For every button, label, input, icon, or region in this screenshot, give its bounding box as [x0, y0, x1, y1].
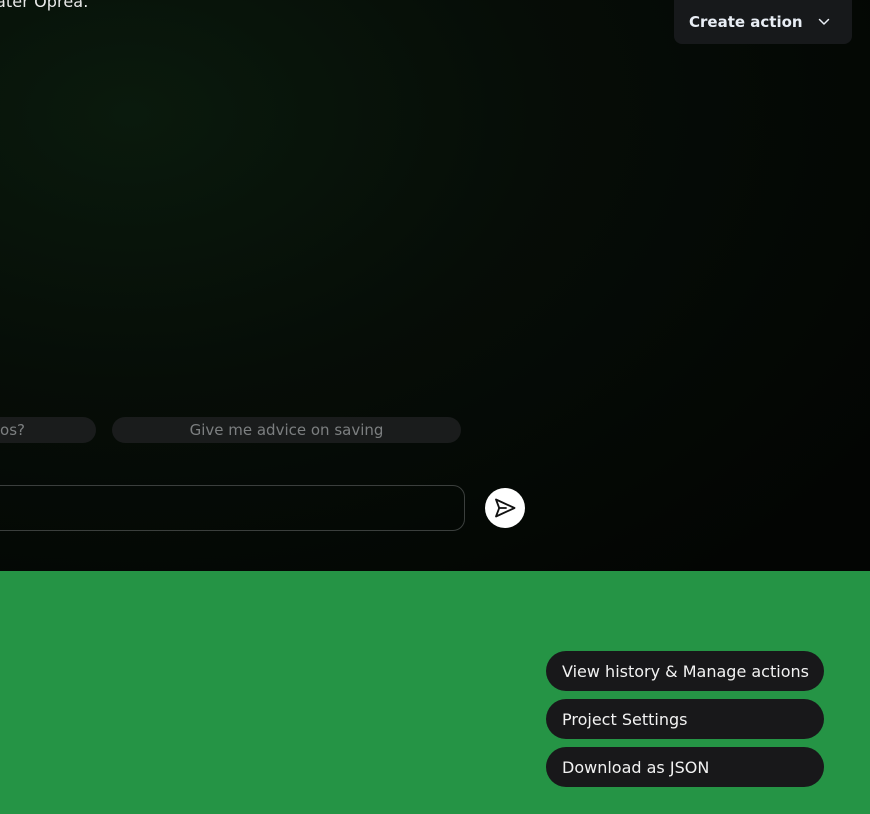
send-button[interactable] [485, 488, 525, 528]
suggestion-chip-label: Give me advice on saving [189, 421, 384, 439]
suggestion-chip[interactable]: os? [0, 417, 96, 443]
header-text: ater Oprea. [0, 0, 89, 11]
actions-footer: View history & Manage actions Project Se… [0, 571, 870, 814]
chevron-down-icon [818, 18, 830, 25]
chat-input[interactable] [0, 485, 465, 531]
create-action-label: Create action [689, 13, 803, 31]
suggestion-chip-savings[interactable]: Give me advice on saving [112, 417, 461, 443]
view-history-button[interactable]: View history & Manage actions [546, 651, 824, 691]
suggestion-chip-label: os? [0, 421, 25, 439]
send-icon [495, 498, 516, 518]
chat-panel: ater Oprea. Create action os? Give me ad… [0, 0, 870, 571]
create-action-button[interactable]: Create action [674, 0, 852, 44]
download-json-button[interactable]: Download as JSON [546, 747, 824, 787]
project-settings-button[interactable]: Project Settings [546, 699, 824, 739]
